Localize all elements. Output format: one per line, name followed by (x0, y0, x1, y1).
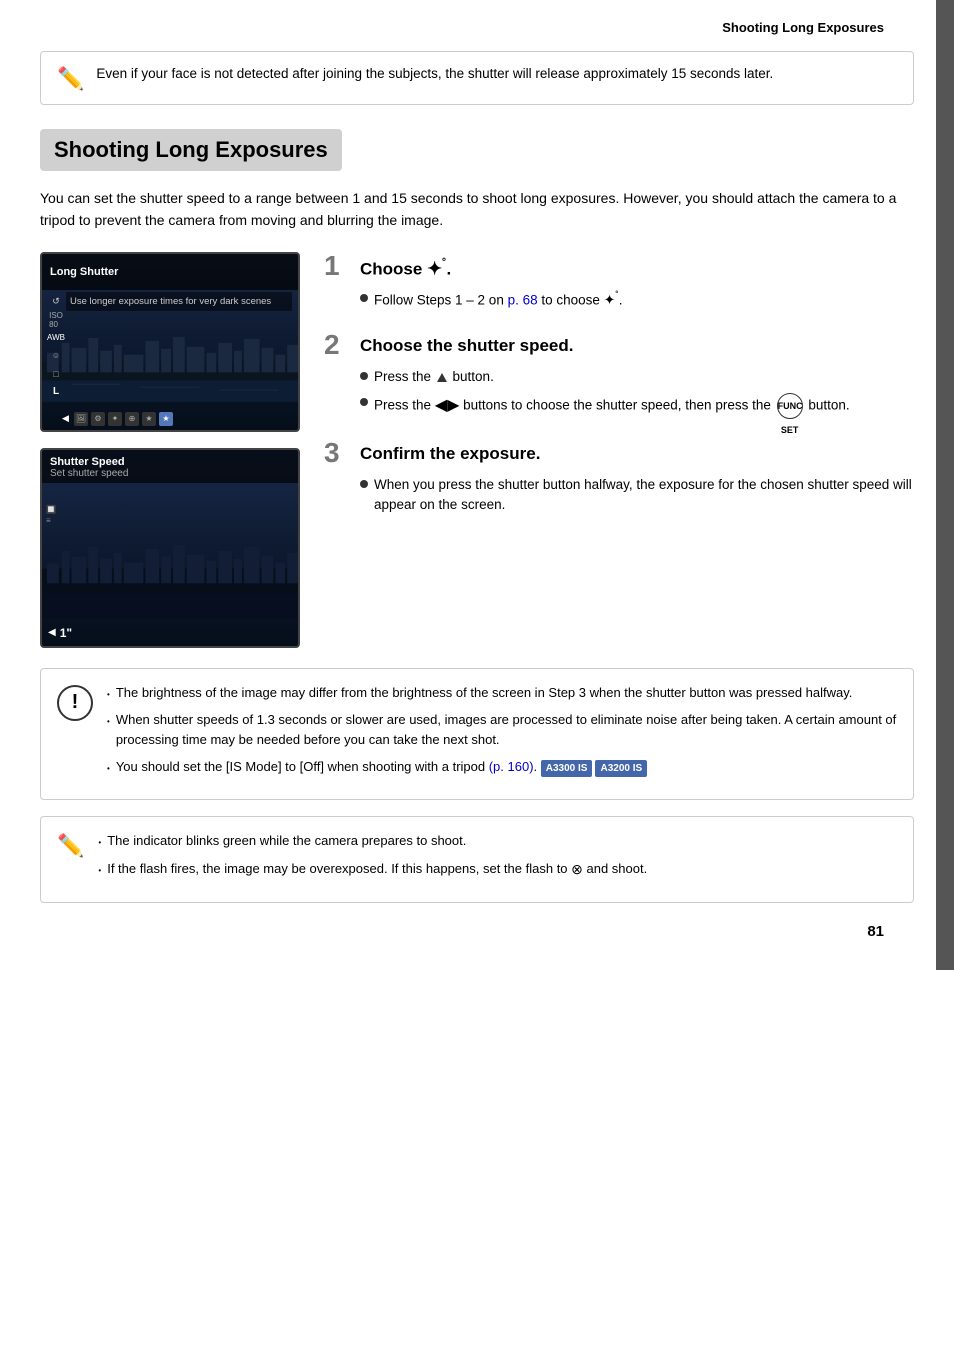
bullet-dot (360, 294, 368, 302)
step-2: 2 Choose the shutter speed. Press the bu… (324, 331, 914, 419)
pencil-note-icon: ✏️ (57, 833, 84, 859)
cam2-arrow-left: ◀ (48, 627, 56, 638)
bullet-dot-3 (360, 480, 368, 488)
step-1: 1 Choose ✦˚. Follow Steps 1 – 2 on p. 68… (324, 252, 914, 311)
badge-a3300: A3300 IS (541, 760, 593, 777)
step-2-bullet-2: Press the ◀▶ buttons to choose the shutt… (360, 393, 914, 419)
warning-text-3: You should set the [IS Mode] to [Off] wh… (116, 757, 650, 777)
pencil-text-1: The indicator blinks green while the cam… (107, 831, 466, 851)
cam-mode-2: ⚙ (91, 412, 105, 426)
warning-content: • The brightness of the image may differ… (107, 683, 897, 786)
step-2-title: Choose the shutter speed. (360, 331, 573, 357)
page-header: Shooting Long Exposures (40, 20, 914, 35)
bullet-dot-2b (360, 398, 368, 406)
page-number: 81 (40, 923, 914, 940)
step-2-bullets: Press the button. Press the ◀▶ buttons t… (360, 367, 914, 419)
cam-mode-1: 🖼 (74, 412, 88, 426)
pencil-bullet-1: • The indicator blinks green while the c… (98, 831, 897, 851)
step-1-number: 1 (324, 252, 352, 280)
pencil-dot-2: • (98, 865, 101, 877)
warning-icon: ! (57, 685, 93, 721)
step-1-link[interactable]: p. 68 (508, 292, 538, 307)
cam-icon-iso: ISO80 (46, 312, 66, 328)
step-3: 3 Confirm the exposure. When you press t… (324, 439, 914, 516)
header-title: Shooting Long Exposures (722, 20, 884, 35)
warning-dot-2: • (107, 716, 110, 728)
cam2-sublabel: Set shutter speed (50, 468, 290, 479)
cam1-bottom-icons: ◀ 🖼 ⚙ ✦ ⊕ ★ ★ (62, 412, 294, 426)
step-2-bullet-1: Press the button. (360, 367, 914, 387)
warning-dot-1: • (107, 689, 110, 701)
skyline-svg-1 (42, 333, 298, 402)
cam2-speed: 1" (60, 626, 72, 640)
cam2-bottom: ◀ 1" (48, 626, 72, 640)
step-3-title: Confirm the exposure. (360, 439, 540, 465)
step-1-bullets: Follow Steps 1 – 2 on p. 68 to choose ✦˚… (360, 289, 914, 311)
step-2-bullet-1-text: Press the button. (374, 367, 494, 387)
step-1-header: 1 Choose ✦˚. (324, 252, 914, 281)
warning-text-2: When shutter speeds of 1.3 seconds or sl… (116, 710, 897, 749)
section-title: Shooting Long Exposures (40, 129, 342, 171)
pencil-content: • The indicator blinks green while the c… (98, 831, 897, 888)
step-2-header: 2 Choose the shutter speed. (324, 331, 914, 359)
step-2-number: 2 (324, 331, 352, 359)
func-set-button-icon: FUNCSET (777, 393, 803, 419)
cam2-top-bar: Shutter Speed Set shutter speed (42, 450, 298, 483)
step-1-bullet-text: Follow Steps 1 – 2 on p. 68 to choose ✦˚… (374, 289, 623, 311)
bullet-dot-2a (360, 372, 368, 380)
step-3-bullets: When you press the shutter button halfwa… (360, 475, 914, 516)
skyline-svg-2 (42, 539, 298, 618)
step-3-number: 3 (324, 439, 352, 467)
steps-column: 1 Choose ✦˚. Follow Steps 1 – 2 on p. 68… (324, 252, 914, 648)
step-3-bullet-1: When you press the shutter button halfwa… (360, 475, 914, 516)
warning-bullet-1: • The brightness of the image may differ… (107, 683, 897, 703)
cam1-label: Long Shutter (50, 266, 118, 278)
step-3-bullet-text: When you press the shutter button halfwa… (374, 475, 914, 516)
main-content: Long Shutter Use longer exposure times f… (40, 252, 914, 648)
warning-box: ! • The brightness of the image may diff… (40, 668, 914, 801)
cam2-icon-2: ≡ (46, 516, 56, 525)
camera-screen-2: Shutter Speed Set shutter speed 🔲 ≡ ◀ 1" (40, 448, 300, 648)
pencil-dot-1: • (98, 837, 101, 849)
step-3-header: 3 Confirm the exposure. (324, 439, 914, 467)
cam2-icon-1: 🔲 (46, 505, 56, 514)
badge-a3200: A3200 IS (595, 760, 647, 777)
flash-off-icon: ⊗ (571, 861, 583, 877)
cam1-top-overlay: Long Shutter (42, 254, 298, 290)
cam1-sidebar-icons: ↺ ISO80 AWB ☺ □ L (46, 294, 66, 400)
step-1-title: Choose ✦˚. (360, 252, 451, 281)
warning-dot-3: • (107, 763, 110, 775)
step-2-bullet-2-text: Press the ◀▶ buttons to choose the shutt… (374, 393, 850, 419)
cam-icon-rotate: ↺ (46, 294, 66, 310)
intro-paragraph: You can set the shutter speed to a range… (40, 187, 914, 232)
cam-mode-3: ✦ (108, 412, 122, 426)
lr-arrows-icon: ◀▶ (435, 397, 460, 414)
cam-icon-bracket: □ (46, 366, 66, 382)
warning-bullet-3: • You should set the [IS Mode] to [Off] … (107, 757, 897, 777)
pencil-icon: ✏️ (57, 66, 84, 92)
step-1-bullet-1: Follow Steps 1 – 2 on p. 68 to choose ✦˚… (360, 289, 914, 311)
up-arrow-icon (437, 373, 447, 382)
cam-icon-l: L (46, 384, 66, 400)
cam1-sublabel: Use longer exposure times for very dark … (70, 295, 288, 308)
cam-mode-5: ★ (142, 412, 156, 426)
warning-bullet-2: • When shutter speeds of 1.3 seconds or … (107, 710, 897, 749)
images-column: Long Shutter Use longer exposure times f… (40, 252, 300, 648)
warning-page-link[interactable]: (p. 160) (489, 759, 534, 774)
pencil-note-box: ✏️ • The indicator blinks green while th… (40, 816, 914, 903)
camera-screen-1: Long Shutter Use longer exposure times f… (40, 252, 300, 432)
sidebar-accent-bar (936, 0, 954, 970)
cam-icon-wb: AWB (46, 330, 66, 346)
cam-mode-4: ⊕ (125, 412, 139, 426)
top-note-box: ✏️ Even if your face is not detected aft… (40, 51, 914, 105)
cam-icon-face: ☺ (46, 348, 66, 364)
cam-mode-active: ★ (159, 412, 173, 426)
pencil-bullet-2: • If the flash fires, the image may be o… (98, 859, 897, 880)
pencil-text-2: If the flash fires, the image may be ove… (107, 859, 647, 880)
top-note-text: Even if your face is not detected after … (96, 64, 773, 84)
cam2-sidebar: 🔲 ≡ (46, 505, 56, 525)
warning-text-1: The brightness of the image may differ f… (116, 683, 853, 703)
cam2-label: Shutter Speed (50, 456, 290, 468)
